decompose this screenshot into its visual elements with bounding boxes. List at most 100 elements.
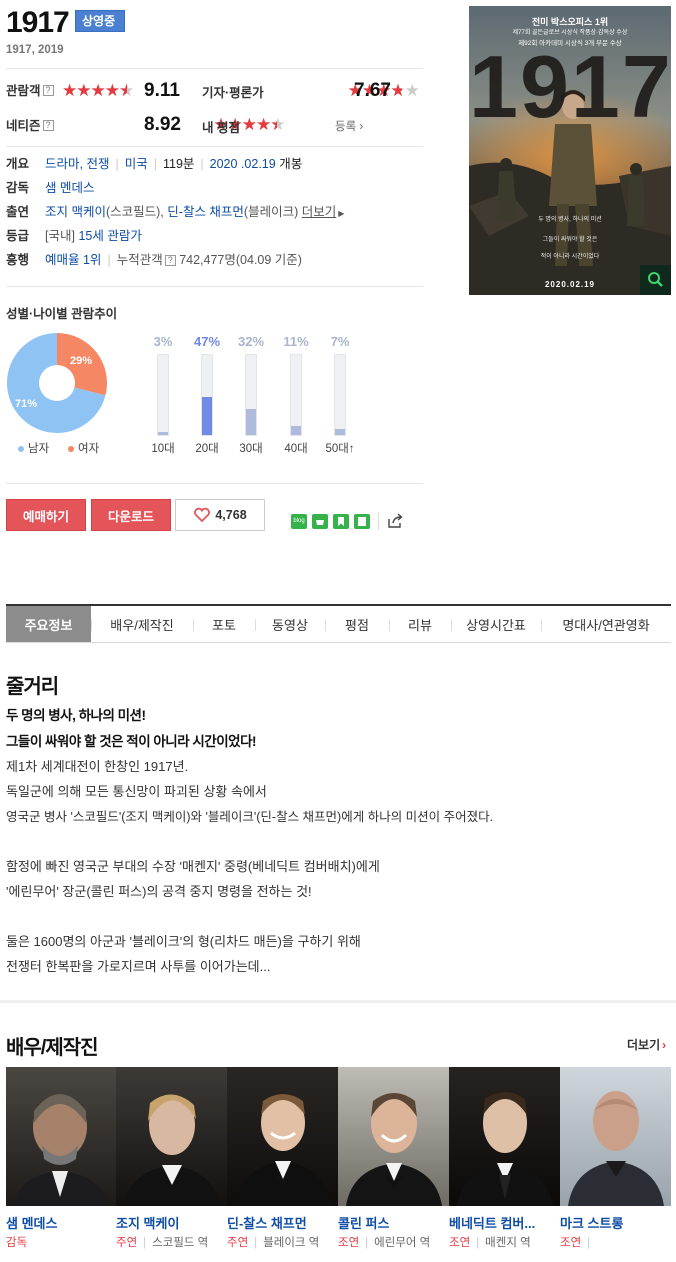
tab-rating[interactable]: 평점: [325, 606, 389, 642]
cast-role-type: 조연: [449, 1237, 471, 1249]
cast-role-type: 조연: [560, 1237, 582, 1249]
share-cafe-icon[interactable]: [312, 514, 328, 529]
age-bar-track: [157, 354, 169, 436]
divider: [6, 286, 423, 287]
cast-name-1[interactable]: 샘 멘데스: [6, 1213, 57, 1232]
cast-name-3[interactable]: 딘-찰스 채프먼: [227, 1213, 307, 1232]
age-bar-track: [334, 354, 346, 436]
age-label: 30대: [239, 443, 263, 455]
grade-link[interactable]: 15세 관람가: [78, 229, 141, 243]
cast-character: 블레이크 역: [263, 1237, 320, 1249]
female-dot-icon: [68, 445, 74, 452]
cast-link-2[interactable]: 딘-찰스 채프먼: [167, 205, 244, 219]
download-button[interactable]: 다운로드: [91, 499, 171, 531]
cast-name-5[interactable]: 베네딕트 컴버...: [449, 1213, 535, 1232]
like-button[interactable]: 4,768: [175, 499, 265, 531]
poster-big-title: 1917: [469, 37, 671, 136]
cast-photo-2[interactable]: [116, 1067, 227, 1206]
genre-link[interactable]: 드라마, 전쟁: [45, 157, 109, 171]
cast-photo-5[interactable]: [449, 1067, 560, 1206]
chevron-right-icon: ›: [359, 121, 364, 133]
person-portrait: [235, 1094, 331, 1206]
share-bookmark-icon[interactable]: [333, 514, 349, 529]
share-icon[interactable]: [386, 512, 404, 535]
tab-review[interactable]: 리뷰: [389, 606, 451, 642]
heart-icon: [194, 507, 211, 523]
poster-zoom-button[interactable]: [640, 265, 671, 295]
divider: [378, 512, 379, 530]
cast-more-link[interactable]: 더보기: [302, 205, 337, 219]
cast-name-2[interactable]: 조지 맥케이: [116, 1213, 179, 1232]
grade-row: 등급 [국내] 15세 관람가: [6, 226, 142, 246]
status-badge-label: 상영중: [82, 14, 116, 28]
my-rating-register-link[interactable]: 등록 ›: [335, 118, 363, 134]
tab-quotes-related[interactable]: 명대사/연관영화: [541, 606, 671, 642]
female-pct-label: 29%: [70, 355, 93, 367]
cast-more-link[interactable]: 더보기 ›: [627, 1036, 666, 1053]
status-badge[interactable]: 상영중 ▶: [75, 10, 125, 47]
cast-character: 매켄지 역: [485, 1237, 531, 1249]
synopsis-line: 함정에 빠진 영국군 부대의 수장 '매켄지' 중령(베네딕트 컴버배치)에게: [6, 859, 380, 874]
cast-role-1: (스코필드),: [105, 205, 164, 219]
cast-photo-6[interactable]: [560, 1067, 671, 1206]
person-portrait: [568, 1091, 664, 1206]
cast-more-label: 더보기: [301, 205, 337, 219]
movie-title: 1917: [6, 6, 70, 39]
tab-cast[interactable]: 배우/제작진: [91, 606, 193, 642]
cumulative-label: 누적관객: [116, 253, 163, 267]
netizen-rating-label: 네티즌: [6, 119, 41, 133]
cast-link-1[interactable]: 조지 맥케이: [45, 205, 106, 219]
release-date-link[interactable]: 2020 .02.19: [210, 157, 276, 171]
section-divider: [0, 1000, 676, 1003]
synopsis-heading: 줄거리: [6, 676, 59, 698]
help-icon[interactable]: ?: [164, 255, 176, 267]
audience-rating-label: 관람객: [6, 84, 41, 98]
person-portrait: [457, 1092, 553, 1206]
chevron-right-icon: ▶: [85, 37, 92, 47]
poster-tag1: 두 명의 병사, 하나의 미션: [538, 217, 602, 223]
cast-photo-1[interactable]: [6, 1067, 116, 1206]
director-link[interactable]: 샘 멘데스: [45, 181, 94, 195]
cast-role-type: 주연: [227, 1237, 249, 1249]
audience-stars: ★★★★★ ★★★★★: [62, 81, 134, 100]
cast-name-6[interactable]: 마크 스트롱: [560, 1213, 623, 1232]
help-icon[interactable]: ?: [42, 120, 54, 132]
legend-male: 남자: [18, 440, 49, 456]
cumulative-value: 742,477명(04.09 기준): [179, 253, 302, 267]
demographics-title: 성별·나이별 관람추이: [6, 307, 118, 321]
help-icon[interactable]: ?: [42, 85, 54, 97]
audience-rating: 관람객?: [6, 80, 54, 102]
box-office-row: 흥행 예매율 1위 | 누적관객? 742,477명(04.09 기준): [6, 250, 302, 270]
cast-photo-4[interactable]: [338, 1067, 449, 1206]
share-blog-icon[interactable]: blog: [291, 514, 307, 529]
tab-photo[interactable]: 포토: [193, 606, 255, 642]
donut-hole: [39, 365, 75, 401]
audience-score: 9.11: [144, 80, 180, 101]
synopsis-line: 전쟁터 한복판을 가로지르며 사투를 이어가는데...: [6, 959, 271, 974]
tab-video[interactable]: 동영상: [255, 606, 325, 642]
male-dot-icon: [18, 445, 24, 452]
reserve-rank-link[interactable]: 예매율 1위: [45, 253, 101, 267]
movie-poster[interactable]: 전미 박스오피스 1위 제77회 골든글로브 시상식 작품상·감독상 수상 제9…: [469, 6, 671, 295]
cast-name-4[interactable]: 콜린 퍼스: [338, 1213, 389, 1232]
divider: [6, 146, 423, 147]
age-bar-track: [245, 354, 257, 436]
reserve-button[interactable]: 예매하기: [6, 499, 86, 531]
cast-role-2: 주연 | 스코필드 역: [116, 1237, 209, 1249]
country-link[interactable]: 미국: [125, 157, 148, 171]
cast-photo-3[interactable]: [227, 1067, 338, 1206]
critic-score: 7.67: [354, 80, 391, 101]
tab-main-info[interactable]: 주요정보: [6, 606, 91, 642]
synopsis-line: 독일군에 의해 모든 통신망이 파괴된 상황 속에서: [6, 784, 267, 799]
male-pct-label: 71%: [15, 398, 38, 410]
cast-label: 출연: [6, 205, 30, 219]
age-pct-label: 32%: [237, 334, 265, 349]
cast-role-5: 조연 | 매켄지 역: [449, 1237, 531, 1249]
person-portrait: [346, 1093, 442, 1206]
synopsis-line: 둘은 1600명의 아군과 '블레이크'의 형(리차드 매든)을 구하기 위해: [6, 934, 361, 949]
legend-female-label: 여자: [78, 443, 100, 455]
tab-showtimes[interactable]: 상영시간표: [451, 606, 541, 642]
share-memo-icon[interactable]: [354, 514, 370, 529]
age-pct-label: 7%: [330, 334, 350, 349]
netizen-score: 8.92: [144, 114, 181, 135]
